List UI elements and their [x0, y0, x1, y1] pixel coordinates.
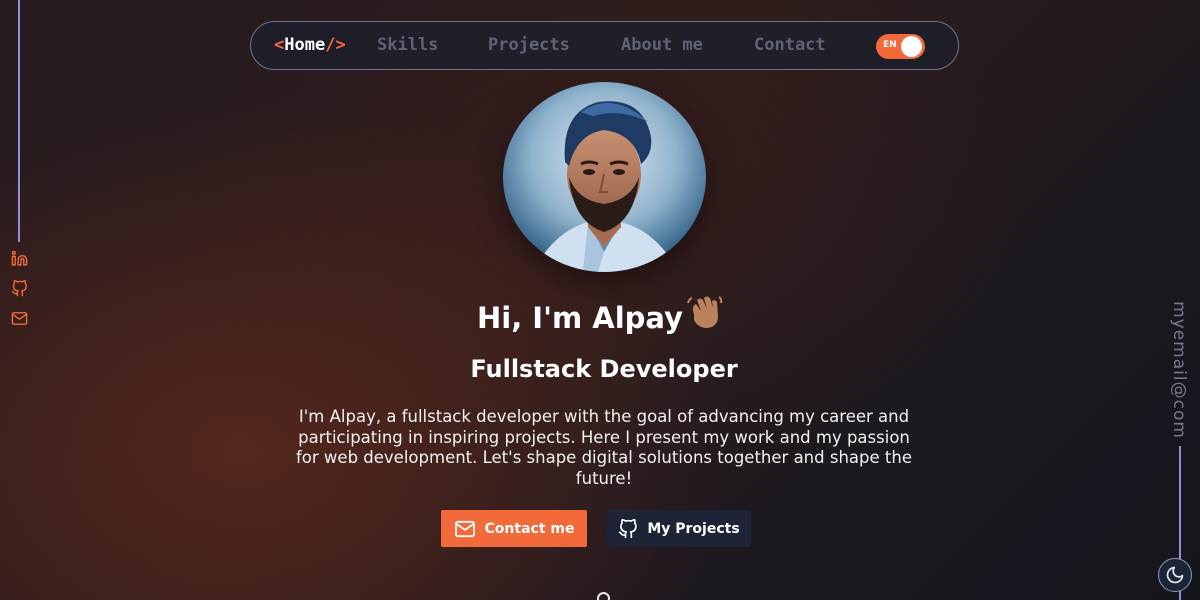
github-icon: [619, 518, 638, 538]
contact-me-label: Contact me: [484, 520, 575, 537]
language-toggle[interactable]: EN: [876, 34, 925, 59]
top-navigation: <Home/> Skills Projects About me Contact…: [250, 21, 959, 70]
linkedin-link[interactable]: [10, 249, 28, 267]
hero-description: I'm Alpay, a fullstack developer with th…: [296, 407, 912, 488]
hero-greeting: Hi, I'm Alpay: [0, 294, 1200, 337]
my-projects-button[interactable]: My Projects: [607, 510, 751, 547]
language-toggle-knob: [901, 36, 922, 57]
nav-home-open-bracket: <: [274, 35, 285, 55]
nav-skills[interactable]: Skills: [377, 35, 438, 55]
profile-avatar: [503, 82, 706, 272]
moon-icon: [1166, 566, 1184, 584]
hero-role: Fullstack Developer: [470, 355, 738, 383]
my-projects-label: My Projects: [647, 520, 740, 537]
nav-home[interactable]: <Home/>: [274, 35, 346, 55]
nav-home-close-bracket: />: [325, 35, 346, 55]
contact-me-button[interactable]: Contact me: [441, 510, 587, 547]
nav-contact[interactable]: Contact: [754, 35, 826, 55]
nav-home-label: Home: [284, 35, 326, 55]
linkedin-icon: [11, 250, 27, 266]
left-rail-line: [18, 0, 20, 242]
nav-about[interactable]: About me: [621, 35, 703, 55]
waving-hand-icon: [685, 294, 723, 337]
language-label: EN: [883, 40, 897, 50]
scroll-down-indicator[interactable]: [597, 592, 610, 600]
nav-projects[interactable]: Projects: [488, 35, 570, 55]
theme-toggle-button[interactable]: [1158, 558, 1192, 592]
hero-greeting-text: Hi, I'm Alpay: [476, 301, 684, 335]
mail-icon: [454, 520, 475, 537]
